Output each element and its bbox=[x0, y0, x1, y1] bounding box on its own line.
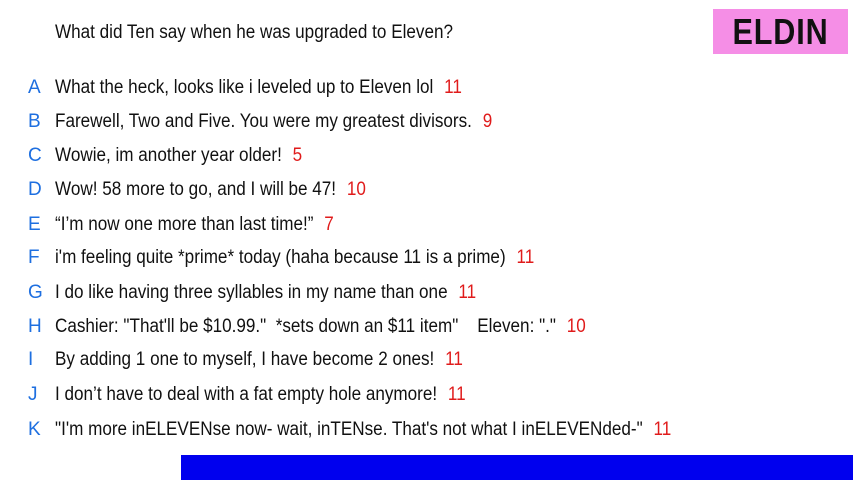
answer-text-line: Farewell, Two and Five. You were my grea… bbox=[55, 109, 492, 135]
answer-text: i'm feeling quite *prime* today (haha be… bbox=[55, 247, 506, 268]
answer-text: Cashier: "That'll be $10.99." *sets down… bbox=[55, 316, 556, 337]
answer-text: By adding 1 one to myself, I have become… bbox=[55, 349, 435, 370]
answer-score: 11 bbox=[458, 282, 477, 303]
answer-text-line: Wowie, im another year older! 5 bbox=[55, 143, 302, 169]
name-badge-label: ELDIN bbox=[732, 10, 829, 52]
answer-letter: E bbox=[28, 214, 41, 235]
answer-row-f: F i'm feeling quite *prime* today (haha … bbox=[0, 245, 853, 271]
answer-text: What the heck, looks like i leveled up t… bbox=[55, 77, 434, 98]
answer-text: Farewell, Two and Five. You were my grea… bbox=[55, 111, 472, 132]
answer-text-line: “I’m now one more than last time!” 7 bbox=[55, 212, 334, 238]
answer-row-j: J I don’t have to deal with a fat empty … bbox=[0, 382, 853, 408]
answer-text: “I’m now one more than last time!” bbox=[55, 214, 314, 235]
answer-text: I don’t have to deal with a fat empty ho… bbox=[55, 384, 438, 405]
answer-letter: C bbox=[28, 145, 42, 166]
answer-score: 10 bbox=[346, 179, 366, 200]
answer-letter: A bbox=[28, 77, 41, 98]
answer-row-g: G I do like having three syllables in my… bbox=[0, 280, 853, 306]
answer-text-line: By adding 1 one to myself, I have become… bbox=[55, 347, 463, 373]
answer-text: "I'm more inELEVENse now- wait, inTENse.… bbox=[55, 419, 643, 440]
answer-row-b: B Farewell, Two and Five. You were my gr… bbox=[0, 109, 853, 135]
answer-score: 11 bbox=[516, 247, 535, 268]
answer-letter: F bbox=[28, 247, 40, 268]
answer-text: Wow! 58 more to go, and I will be 47! bbox=[55, 179, 337, 200]
answer-score: 5 bbox=[292, 145, 303, 166]
bottom-bar bbox=[181, 455, 853, 480]
answer-score: 7 bbox=[324, 214, 334, 235]
answer-text: Wowie, im another year older! bbox=[55, 145, 282, 166]
answer-letter: I bbox=[28, 349, 34, 370]
answer-letter: J bbox=[28, 384, 38, 405]
answer-row-a: A What the heck, looks like i leveled up… bbox=[0, 75, 853, 101]
answer-letter: K bbox=[28, 419, 41, 440]
answer-row-e: E “I’m now one more than last time!” 7 bbox=[0, 212, 853, 238]
name-badge: ELDIN bbox=[713, 9, 848, 54]
answer-score: 10 bbox=[566, 316, 586, 337]
answer-text-line: i'm feeling quite *prime* today (haha be… bbox=[55, 245, 534, 271]
answer-letter: G bbox=[28, 282, 43, 303]
answer-text-line: What the heck, looks like i leveled up t… bbox=[55, 75, 462, 101]
answer-text-line: Wow! 58 more to go, and I will be 47! 10 bbox=[55, 177, 366, 203]
answer-score: 11 bbox=[444, 77, 462, 98]
answer-row-k: K "I'm more inELEVENse now- wait, inTENs… bbox=[0, 417, 853, 443]
answer-score: 11 bbox=[445, 349, 463, 370]
answer-row-c: C Wowie, im another year older! 5 bbox=[0, 143, 853, 169]
answer-letter: D bbox=[28, 179, 42, 200]
answer-letter: B bbox=[28, 111, 41, 132]
answer-score: 11 bbox=[653, 419, 672, 440]
answer-text: I do like having three syllables in my n… bbox=[55, 282, 448, 303]
answer-text-line: "I'm more inELEVENse now- wait, inTENse.… bbox=[55, 417, 671, 443]
answer-row-d: D Wow! 58 more to go, and I will be 47! 1… bbox=[0, 177, 853, 203]
answer-score: 9 bbox=[482, 111, 493, 132]
question-text: What did Ten say when he was upgraded to… bbox=[55, 22, 453, 43]
answer-text-line: I don’t have to deal with a fat empty ho… bbox=[55, 382, 466, 408]
answer-letter: H bbox=[28, 316, 42, 337]
answer-row-i: I By adding 1 one to myself, I have beco… bbox=[0, 347, 853, 373]
answer-text-line: I do like having three syllables in my n… bbox=[55, 280, 476, 306]
answer-score: 11 bbox=[447, 384, 466, 405]
answer-text-line: Cashier: "That'll be $10.99." *sets down… bbox=[55, 314, 586, 340]
answer-row-h: H Cashier: "That'll be $10.99." *sets do… bbox=[0, 314, 853, 340]
